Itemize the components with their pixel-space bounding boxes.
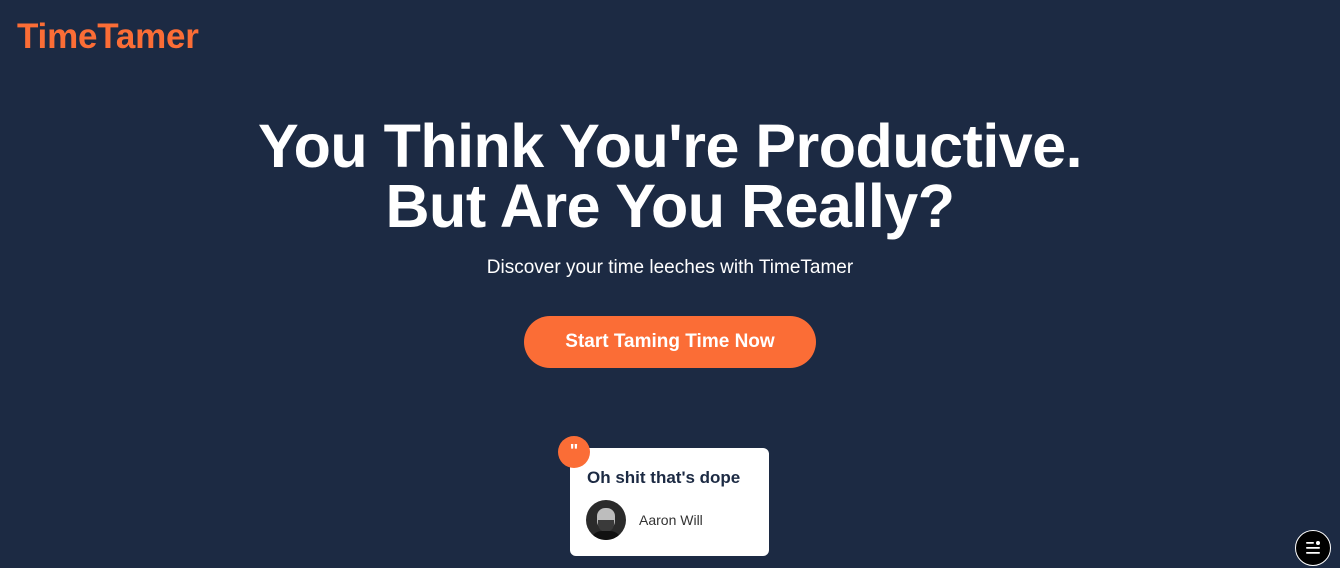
brand-logo[interactable]: TimeTamer [17,17,199,57]
headline-line-1: You Think You're Productive. [257,112,1083,180]
menu-icon [1306,541,1320,554]
hero-headline: You Think You're Productive. But Are You… [0,112,1340,240]
quote-icon: " [558,436,590,468]
hero-section: You Think You're Productive. But Are You… [0,116,1340,280]
hero-subtitle: Discover your time leeches with TimeTame… [486,257,854,278]
floating-menu-button[interactable] [1295,530,1331,566]
testimonial-quote: Oh shit that's dope [587,468,741,487]
avatar [586,500,626,540]
headline-line-2: But Are You Really? [385,172,956,240]
landing-page: TimeTamer You Think You're Productive. B… [0,0,1340,568]
start-taming-button[interactable]: Start Taming Time Now [524,316,816,368]
testimonial-card: Oh shit that's dope Aaron Will [570,448,769,556]
testimonial-author: Aaron Will [639,512,703,528]
avatar-body [590,531,622,540]
